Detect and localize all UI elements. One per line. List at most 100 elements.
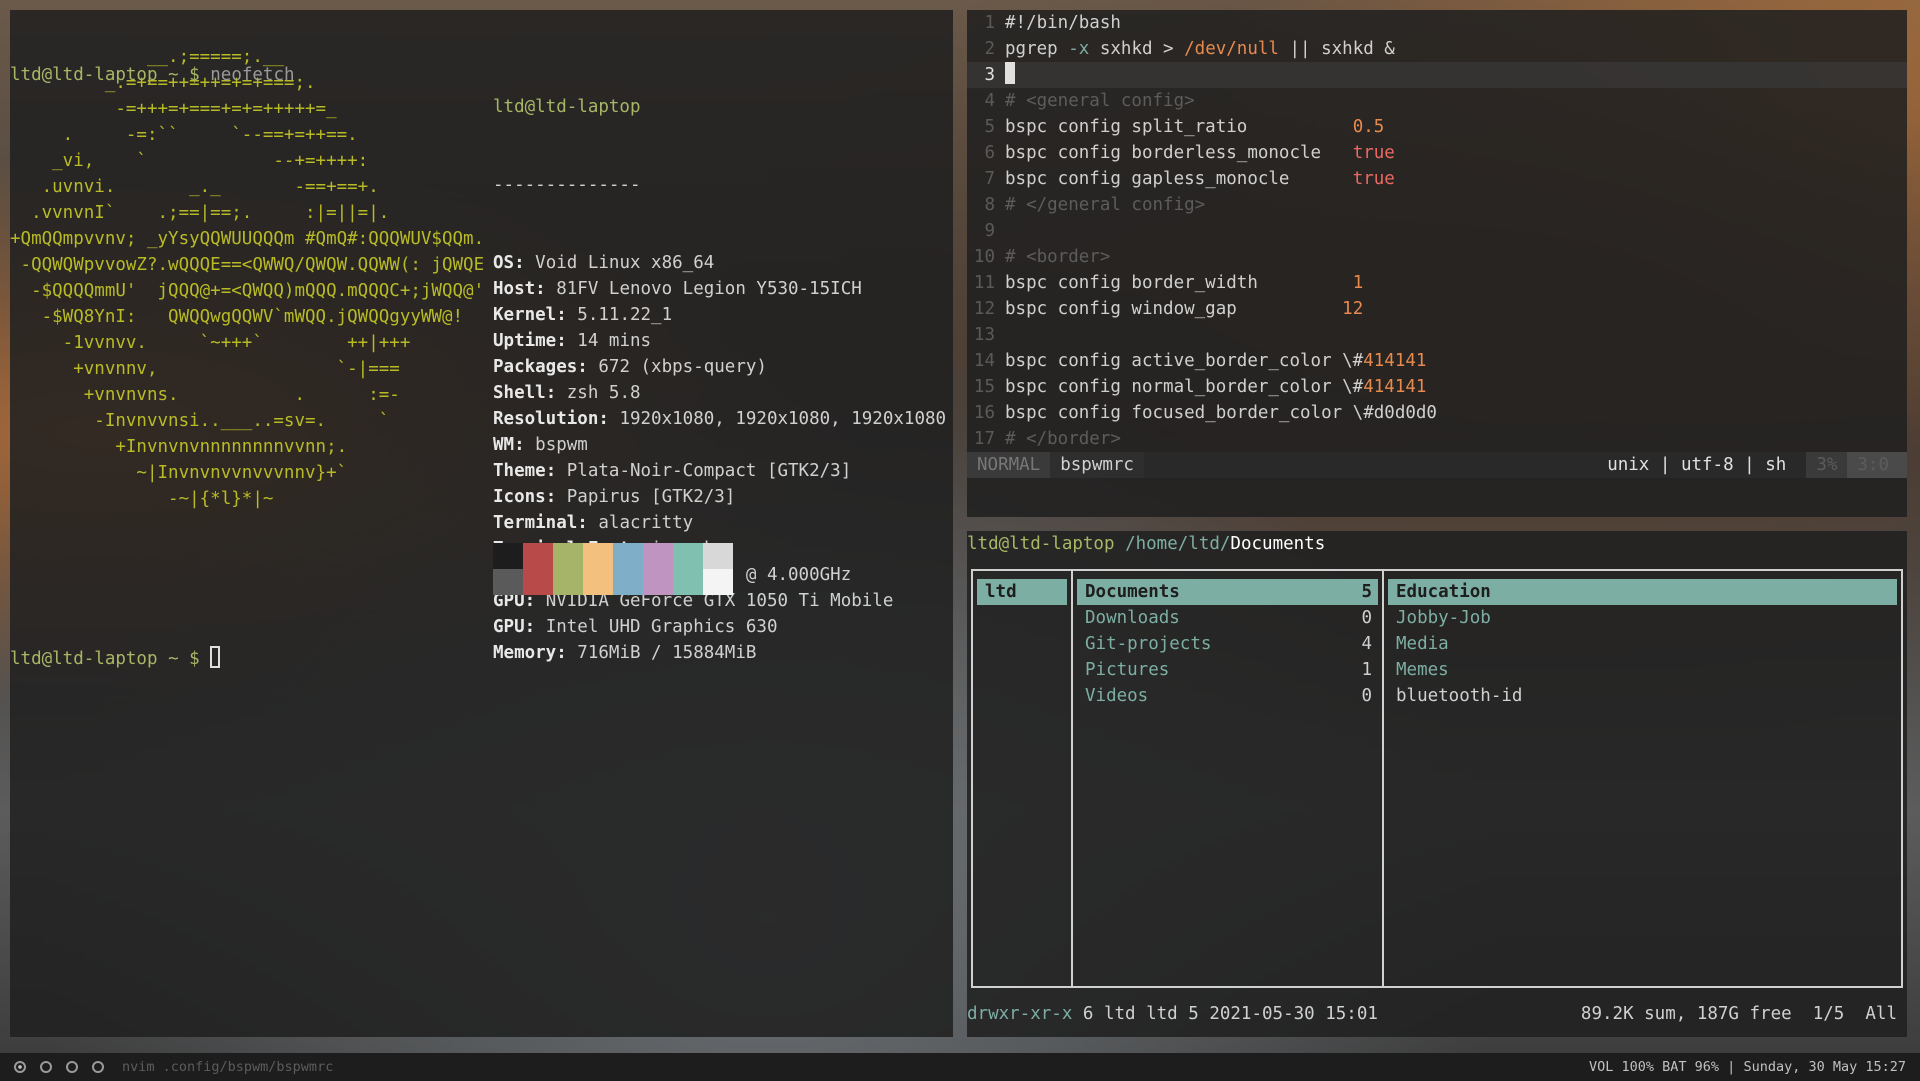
nvim-statusline: NORMAL bspwmrc unix | utf-8 | sh 3% 3:0: [967, 452, 1907, 478]
info-row: Packages: 672 (xbps-query): [493, 357, 767, 377]
entry-name: Documents: [1085, 582, 1180, 602]
ascii-line: -QQWQWpvvowZ?.wQQQE==<QWWQ/QWQW.QQWW(: j…: [10, 255, 485, 275]
code-line[interactable]: 11 bspc config border_width 1: [967, 270, 1907, 296]
info-key: Host: [493, 279, 536, 299]
line-number: 9: [984, 221, 995, 241]
window-title: nvim .config/bspwm/bspwmrc: [122, 1059, 334, 1075]
ranger-user: ltd@ltd-laptop: [967, 534, 1115, 554]
code-line[interactable]: 7 bspc config gapless_monocle true: [967, 166, 1907, 192]
workspace-1-icon[interactable]: [14, 1061, 26, 1073]
line-text: bspc config border_width 1: [1005, 270, 1363, 296]
info-value: Void Linux x86_64: [535, 253, 715, 273]
folder-entry[interactable]: Pictures 1: [1077, 657, 1378, 683]
file-name: bspwmrc: [1050, 452, 1144, 478]
code-line[interactable]: 6 bspc config borderless_monocle true: [967, 140, 1907, 166]
scroll-percent: 3%: [1806, 452, 1848, 478]
code-line[interactable]: 12 bspc config window_gap 12: [967, 296, 1907, 322]
line-number: 12: [973, 299, 995, 319]
info-row: Host: 81FV Lenovo Legion Y530-15ICH: [493, 279, 862, 299]
folder-entry[interactable]: Downloads 0: [1077, 605, 1378, 631]
palette-swatch: [673, 569, 703, 595]
token: # </border>: [1005, 429, 1121, 449]
folder-entry[interactable]: Memes: [1388, 657, 1897, 683]
info-key: GPU: [493, 617, 525, 637]
code-line[interactable]: 10 # <border>: [967, 244, 1907, 270]
workspace-2-icon[interactable]: [40, 1061, 52, 1073]
line-text: # </general config>: [1005, 192, 1205, 218]
workspace-4-icon[interactable]: [92, 1061, 104, 1073]
palette-swatch: [553, 543, 583, 569]
code-line[interactable]: 14 bspc config active_border_color \#4141…: [967, 348, 1907, 374]
file-entry[interactable]: bluetooth-id: [1388, 683, 1897, 709]
preview-column: Education Jobby-Job Media Memes bluetooth-id: [1384, 571, 1901, 986]
info-key: Icons: [493, 487, 546, 507]
folder-entry[interactable]: Documents 5: [1077, 579, 1378, 605]
palette-swatch: [583, 543, 613, 569]
entry-name: Downloads: [1085, 608, 1180, 628]
code-line[interactable]: 8 # </general config>: [967, 192, 1907, 218]
info-value: 81FV Lenovo Legion Y530-15ICH: [556, 279, 862, 299]
folder-entry[interactable]: ltd: [977, 579, 1067, 605]
entry-name: Videos: [1085, 686, 1149, 706]
code-line[interactable]: 5 bspc config split_ratio 0.5: [967, 114, 1907, 140]
code-buffer[interactable]: 1 #!/bin/bash 2 pgrep -x sxhkd > /dev/null …: [967, 10, 1907, 452]
line-number: 13: [973, 325, 995, 345]
palette-swatch: [613, 543, 643, 569]
token: # <general config>: [1005, 91, 1195, 111]
code-line[interactable]: 9: [967, 218, 1907, 244]
line-number: 17: [973, 429, 995, 449]
system-status: VOL 100% BAT 96% | Sunday, 30 May 15:27: [1589, 1059, 1906, 1075]
ascii-line: +QmQQmpvvnv; _yYsyQQWUUQQQm #QmQ#:QQQWUV…: [10, 229, 485, 249]
info-key: Memory: [493, 643, 557, 663]
palette-swatch: [673, 543, 703, 569]
line-text: pgrep -x sxhkd > /dev/null || sxhkd &: [1005, 36, 1395, 62]
code-line[interactable]: 16 bspc config focused_border_color \#d0d…: [967, 400, 1907, 426]
code-line[interactable]: 4 # <general config>: [967, 88, 1907, 114]
ascii-line: _.=+==++=++=+=+===;.: [10, 73, 316, 93]
folder-entry[interactable]: Jobby-Job: [1388, 605, 1897, 631]
ranger-file-manager[interactable]: ltd@ltd-laptop /home/ltd/Documents ltd D…: [967, 531, 1907, 1037]
line-text: # <general config>: [1005, 88, 1195, 114]
color-palette: [493, 543, 733, 595]
status-bar: nvim .config/bspwm/bspwmrc VOL 100% BAT …: [0, 1053, 1920, 1081]
code-line[interactable]: 1 #!/bin/bash: [967, 10, 1907, 36]
info-value: 1920x1080, 1920x1080, 1920x1080: [619, 409, 947, 429]
nvim-editor[interactable]: 1 #!/bin/bash 2 pgrep -x sxhkd > /dev/null …: [967, 10, 1907, 517]
token: # <border>: [1005, 247, 1111, 267]
line-text: bspc config active_border_color \#414141: [1005, 348, 1426, 374]
token: sxhkd >: [1089, 39, 1185, 59]
code-line[interactable]: 13: [967, 322, 1907, 348]
token: bspc config window_gap: [1005, 299, 1343, 319]
mode-indicator: NORMAL: [967, 452, 1051, 478]
info-title: ltd@ltd-laptop: [493, 97, 641, 117]
token: pgrep: [1005, 39, 1069, 59]
entry-name: bluetooth-id: [1396, 686, 1523, 706]
code-line[interactable]: 15 bspc config normal_border_color \#4141…: [967, 374, 1907, 400]
folder-entry[interactable]: Education: [1388, 579, 1897, 605]
folder-entry[interactable]: Videos 0: [1077, 683, 1378, 709]
folder-entry[interactable]: Media: [1388, 631, 1897, 657]
palette-swatch: [493, 543, 523, 569]
entry-name: Pictures: [1085, 660, 1170, 680]
token: 0.5: [1352, 117, 1385, 137]
token: bspc config split_ratio: [1005, 117, 1353, 137]
code-line[interactable]: 17 # </border>: [967, 426, 1907, 452]
entry-count: 1: [1361, 660, 1372, 680]
token: bspc config active_border_color \#: [1005, 351, 1364, 371]
ascii-line: ~|Invnvnvvnvvvnnv}+`: [10, 463, 348, 483]
folder-entry[interactable]: Git-projects 4: [1077, 631, 1378, 657]
distro-ascii-logo: __.;=====;.__ _.=+==++=++=+=+===;. -=+++…: [10, 44, 484, 512]
palette-swatch: [643, 569, 673, 595]
token: /dev/null: [1184, 39, 1279, 59]
line-text: bspc config focused_border_color \#d0d0d…: [1005, 400, 1437, 426]
code-line[interactable]: 3: [967, 62, 1907, 88]
current-column: Documents 5 Downloads 0 Git-projects 4 Picture…: [1073, 571, 1384, 986]
workspace-3-icon[interactable]: [66, 1061, 78, 1073]
ranger-path: /home/ltd/: [1125, 534, 1231, 554]
terminal-neofetch[interactable]: ltd@ltd-laptop ~ $ neofetch __.;=====;._…: [10, 10, 953, 1037]
info-value: Papirus [GTK2/3]: [566, 487, 736, 507]
code-line[interactable]: 2 pgrep -x sxhkd > /dev/null || sxhkd &: [967, 36, 1907, 62]
prompt-line-2[interactable]: ltd@ltd-laptop ~ $: [10, 646, 221, 672]
line-number: 1: [984, 13, 995, 33]
info-row: Shell: zsh 5.8: [493, 383, 641, 403]
